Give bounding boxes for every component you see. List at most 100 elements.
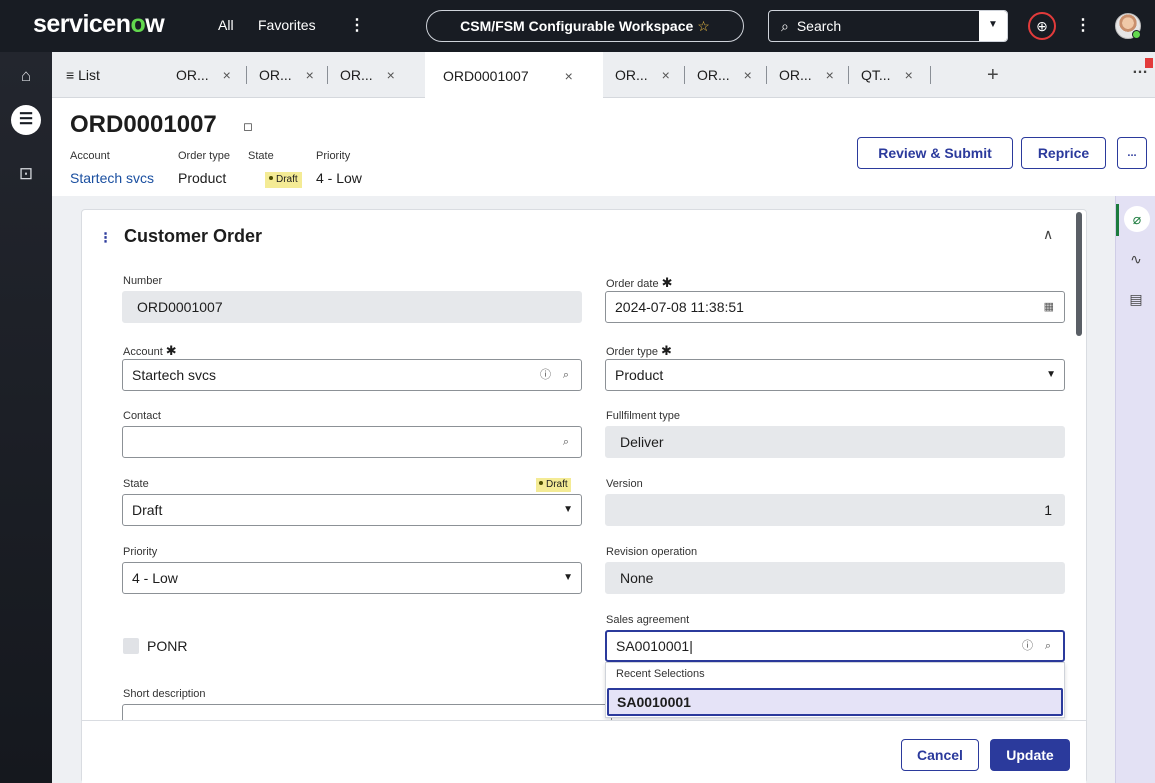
- state-value: Draft: [132, 502, 163, 518]
- fulfilment-type-field: Deliver: [605, 426, 1065, 458]
- tab-item[interactable]: OR... ×: [685, 52, 767, 98]
- more-menu-icon[interactable]: ⋮: [1075, 15, 1091, 35]
- search-input[interactable]: Search: [797, 18, 979, 34]
- sales-agreement-input[interactable]: SA0010001| ⓘ ⌕: [605, 630, 1065, 662]
- tab-item[interactable]: QT... ×: [849, 52, 931, 98]
- tab-label: OR...: [259, 67, 292, 83]
- tab-label: ORD0001007: [443, 67, 529, 84]
- search-icon[interactable]: ⌕: [563, 360, 569, 390]
- close-icon[interactable]: ×: [565, 68, 573, 84]
- drag-handle-icon[interactable]: ⁝: [103, 228, 108, 248]
- ponr-label: PONR: [147, 638, 188, 654]
- state-draft-badge: Draft: [536, 478, 571, 492]
- state-badge-text: Draft: [276, 174, 298, 185]
- state-meta-label: State: [248, 150, 274, 162]
- close-icon[interactable]: ×: [223, 67, 231, 83]
- notification-badge: [1145, 58, 1153, 68]
- close-icon[interactable]: ×: [826, 67, 834, 83]
- tab-label: QT...: [861, 67, 891, 83]
- inbox-icon[interactable]: ⊡: [0, 164, 52, 184]
- update-button[interactable]: Update: [990, 739, 1070, 771]
- review-submit-button[interactable]: Review & Submit: [857, 137, 1013, 169]
- cancel-button[interactable]: Cancel: [901, 739, 979, 771]
- recent-selections-dropdown: Recent Selections SA0010001: [605, 662, 1065, 718]
- workspace-selector[interactable]: CSM/FSM Configurable Workspace ☆: [426, 10, 744, 42]
- priority-meta-label: Priority: [316, 150, 351, 162]
- search-icon[interactable]: ⌕: [1045, 632, 1051, 660]
- list-button[interactable]: ≡ List: [66, 67, 100, 83]
- state-label: State: [123, 478, 149, 490]
- tab-item[interactable]: OR... ×: [603, 52, 685, 98]
- account-value: Startech svcs: [132, 367, 217, 383]
- number-field: ORD0001007: [122, 291, 582, 323]
- tab-bar: ≡ List OR... × OR... × OR... × ORD000100…: [52, 52, 1155, 99]
- list-icon[interactable]: ☰: [11, 105, 41, 135]
- state-badge: Draft: [265, 172, 302, 188]
- state-draft-badge-text: Draft: [546, 479, 568, 490]
- servicenow-logo[interactable]: servicenow: [33, 10, 165, 39]
- order-date-field[interactable]: 2024-07-08 11:38:51 ▦: [605, 291, 1065, 323]
- nav-all[interactable]: All: [218, 17, 234, 33]
- add-tab-icon[interactable]: +: [987, 64, 999, 87]
- scrollbar[interactable]: [1076, 212, 1082, 336]
- dropdown-option[interactable]: SA0010001: [607, 688, 1063, 716]
- tab-item[interactable]: OR... ×: [767, 52, 849, 98]
- nav-more-icon[interactable]: ⋮: [349, 15, 365, 35]
- left-rail: ⌂ ☰ ⊡: [0, 52, 52, 783]
- contact-field[interactable]: ⌕: [122, 426, 582, 458]
- attachment-icon[interactable]: ⌀: [1124, 206, 1150, 232]
- tab-label: OR...: [779, 67, 812, 83]
- collapse-chevron-icon[interactable]: ∧: [1043, 226, 1053, 243]
- tab-label: OR...: [176, 67, 209, 83]
- priority-select[interactable]: 4 - Low ▼: [122, 562, 582, 594]
- top-header: servicenow All Favorites ⋮ CSM/FSM Confi…: [0, 0, 1155, 52]
- search-scope-dropdown[interactable]: ▼: [979, 11, 1007, 41]
- search-icon: ⌕: [781, 17, 789, 34]
- record-title: ORD0001007: [70, 111, 217, 138]
- nav-favorites[interactable]: Favorites: [258, 17, 316, 33]
- priority-label: Priority: [123, 546, 158, 558]
- tab-item[interactable]: OR... ×: [247, 52, 328, 98]
- home-icon[interactable]: ⌂: [0, 66, 52, 86]
- tab-item[interactable]: OR... ×: [164, 52, 247, 98]
- state-select[interactable]: Draft ▼: [122, 494, 582, 526]
- user-avatar[interactable]: [1115, 13, 1141, 39]
- star-icon[interactable]: ☆: [697, 18, 710, 34]
- short-description-label: Short description: [123, 688, 206, 700]
- order-type-select[interactable]: Product ▼: [605, 359, 1065, 391]
- tab-active-ord0001007[interactable]: ORD0001007 ×: [425, 52, 603, 99]
- tab-label: OR...: [340, 67, 373, 83]
- list-label: List: [78, 67, 100, 83]
- search-icon[interactable]: ⌕: [563, 427, 569, 457]
- order-type-meta-label: Order type: [178, 150, 230, 162]
- reprice-button[interactable]: Reprice: [1021, 137, 1106, 169]
- globe-icon[interactable]: ⊕: [1028, 12, 1056, 40]
- workspace-title: CSM/FSM Configurable Workspace: [460, 18, 694, 34]
- account-link[interactable]: Startech svcs: [70, 170, 154, 186]
- account-meta-label: Account: [70, 150, 110, 162]
- tag-icon[interactable]: ◇: [238, 117, 258, 137]
- order-date-value: 2024-07-08 11:38:51: [615, 299, 744, 315]
- close-icon[interactable]: ×: [387, 67, 395, 83]
- order-date-label: Order date ✱: [606, 275, 673, 290]
- close-icon[interactable]: ×: [662, 67, 670, 83]
- document-icon[interactable]: ▤: [1116, 291, 1155, 308]
- order-type-label: Order type ✱: [606, 343, 672, 358]
- ponr-checkbox[interactable]: [123, 638, 139, 654]
- calendar-icon[interactable]: ▦: [1044, 292, 1054, 322]
- sales-agreement-value: SA0010001: [616, 638, 690, 654]
- info-icon[interactable]: ⓘ: [540, 360, 551, 390]
- account-field[interactable]: Startech svcs ⓘ ⌕: [122, 359, 582, 391]
- info-icon[interactable]: ⓘ: [1022, 632, 1033, 660]
- close-icon[interactable]: ×: [306, 67, 314, 83]
- app-window: servicenow All Favorites ⋮ CSM/FSM Confi…: [0, 0, 1155, 783]
- tab-item[interactable]: OR... ×: [328, 52, 408, 98]
- close-icon[interactable]: ×: [744, 67, 752, 83]
- sales-agreement-label: Sales agreement: [606, 614, 690, 626]
- global-search[interactable]: ⌕ Search ▼: [768, 10, 1008, 42]
- account-label: Account ✱: [123, 343, 177, 358]
- more-actions-button[interactable]: ...: [1117, 137, 1147, 169]
- activity-icon[interactable]: ∿: [1116, 251, 1155, 268]
- dropdown-header: Recent Selections: [616, 668, 705, 680]
- close-icon[interactable]: ×: [905, 67, 913, 83]
